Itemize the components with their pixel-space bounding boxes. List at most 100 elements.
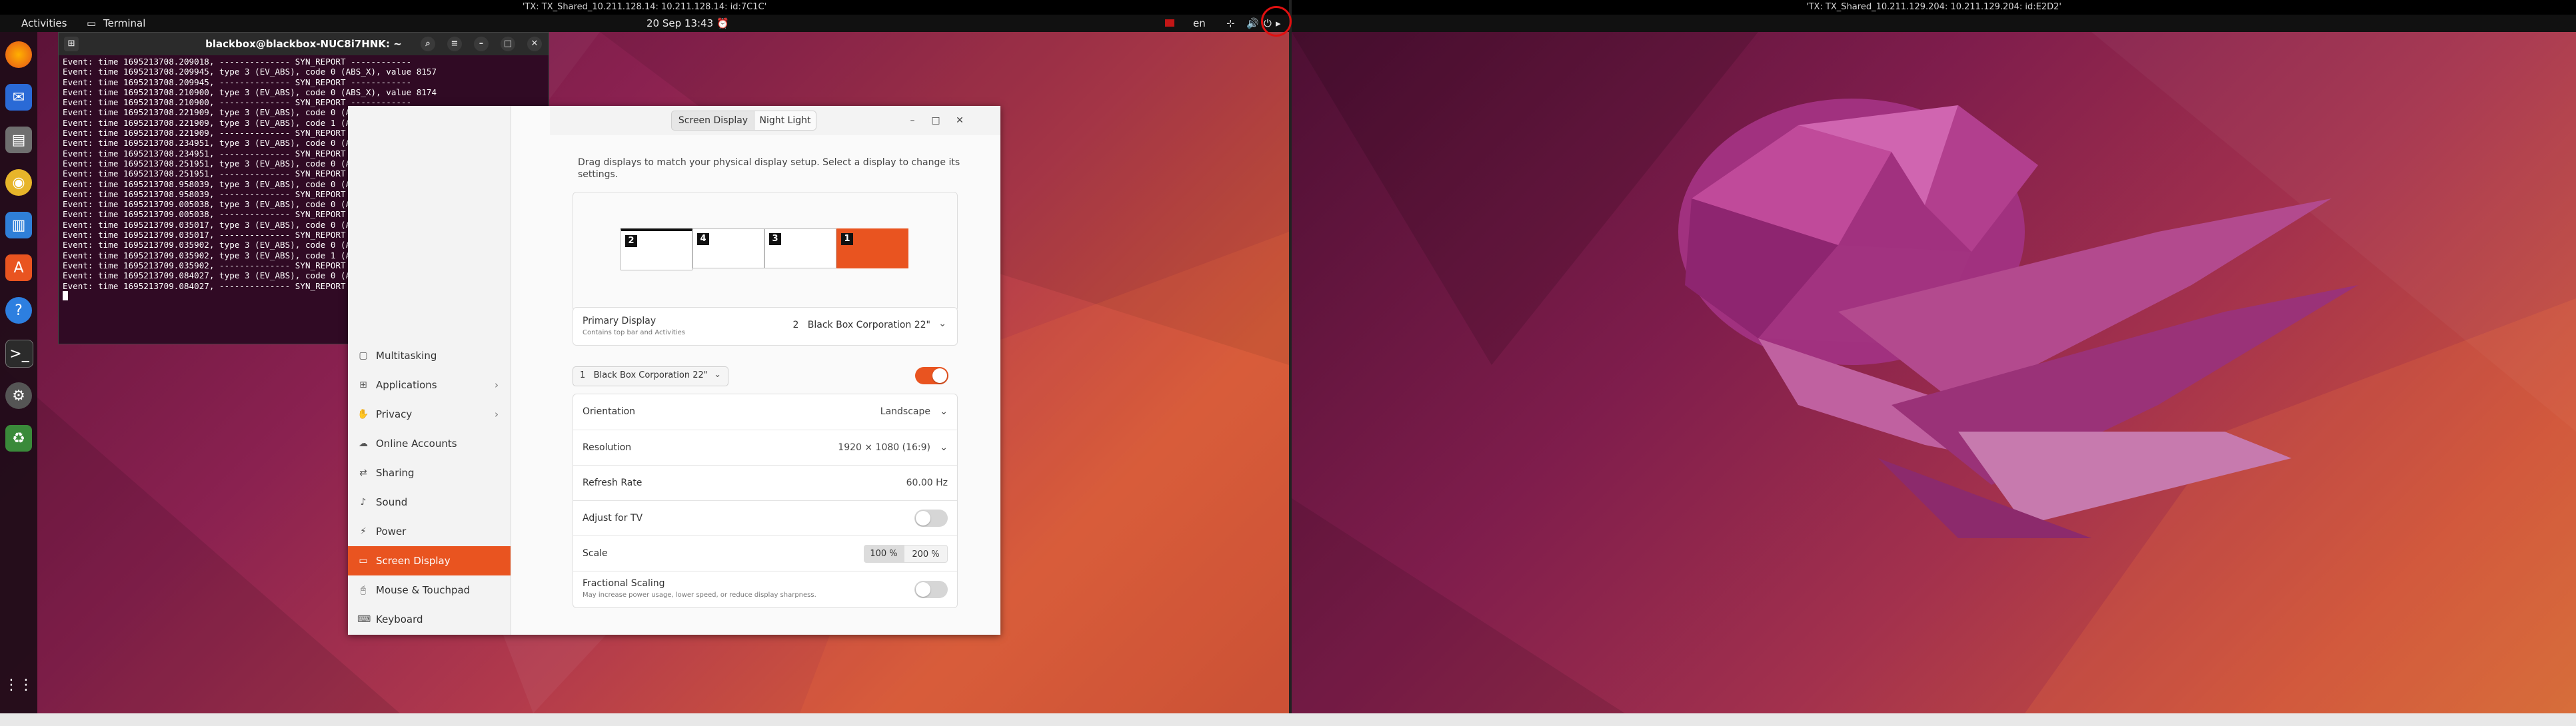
- new-tab-icon[interactable]: ⊞: [64, 37, 79, 51]
- settings-content: Drag displays to match your physical dis…: [550, 135, 1000, 635]
- display-arrangement: 2 4 3 1: [573, 192, 958, 312]
- app-center-icon[interactable]: A: [5, 254, 32, 281]
- volume-icon[interactable]: 🔊: [1246, 15, 1259, 32]
- minimize-icon[interactable]: –: [904, 113, 920, 129]
- scale-200-button[interactable]: 200 %: [904, 545, 948, 563]
- sidebar-item-label: Applications: [376, 379, 437, 391]
- maximize-icon[interactable]: □: [928, 113, 944, 129]
- sidebar-item-online-accounts[interactable]: ☁ Online Accounts: [348, 429, 511, 458]
- monitor-3-number: 3: [769, 233, 781, 245]
- right-screen-title: 'TX: TX_Shared_10.211.129.204: 10.211.12…: [1292, 0, 2576, 15]
- chevron-down-icon: ⌄: [940, 406, 948, 417]
- rhythmbox-icon[interactable]: ◉: [5, 169, 32, 196]
- display-settings-card: Orientation Landscape ⌄ Resolution 1920 …: [573, 394, 958, 608]
- left-screen-title: 'TX: TX_Shared_10.211.128.14: 10.211.128…: [0, 0, 1289, 15]
- sidebar-item-mouse-touchpad[interactable]: 🖰 Mouse & Touchpad: [348, 575, 511, 605]
- search-icon[interactable]: ⌕: [421, 37, 435, 51]
- mouse-icon: 🖰: [360, 585, 367, 595]
- sharing-icon: ⇄: [359, 468, 367, 478]
- terminal-line: Event: time 1695213708.209018, ---------…: [63, 57, 412, 67]
- keyboard-icon: ⌨: [357, 614, 371, 625]
- sidebar-item-power[interactable]: ⚡ Power: [348, 517, 511, 546]
- settings-window: ▢ Multitasking ⊞ Applications › ✋ Privacy › ☁ Onl…: [348, 106, 1000, 635]
- orientation-label: Orientation: [583, 406, 636, 417]
- monitor-2-number: 2: [625, 235, 637, 247]
- language-indicator[interactable]: en: [1193, 15, 1206, 32]
- thunderbird-icon[interactable]: ✉: [5, 84, 32, 111]
- tab-screen-display[interactable]: Screen Display: [671, 111, 755, 131]
- recording-indicator-icon[interactable]: [1165, 19, 1174, 27]
- files-icon[interactable]: ▤: [5, 127, 32, 153]
- primary-display-row[interactable]: Primary Display Contains top bar and Act…: [573, 307, 958, 346]
- right-desktop: [1292, 32, 2576, 713]
- sidebar-item-label: Sharing: [376, 467, 415, 479]
- adjust-tv-toggle[interactable]: [914, 510, 948, 527]
- sidebar-item-label: Screen Display: [376, 555, 451, 567]
- sidebar-item-sound[interactable]: ♪ Sound: [348, 488, 511, 517]
- terminal-line: Event: time 1695213708.209945, ---------…: [63, 77, 412, 87]
- monitor-3[interactable]: 3: [764, 228, 836, 268]
- firefox-icon[interactable]: [5, 41, 32, 68]
- writer-icon[interactable]: ▥: [5, 212, 32, 238]
- clock[interactable]: 20 Sep 13:43: [646, 15, 713, 32]
- refresh-rate-row[interactable]: Refresh Rate 60.00 Hz: [573, 465, 957, 501]
- chevron-down-icon: ⌄: [714, 370, 721, 380]
- app-menu-terminal[interactable]: Terminal: [103, 15, 145, 32]
- sidebar-item-sharing[interactable]: ⇄ Sharing: [348, 458, 511, 488]
- monitor-4-number: 4: [697, 233, 709, 245]
- primary-display-value: 2 Black Box Corporation 22": [792, 320, 930, 330]
- orientation-row[interactable]: Orientation Landscape ⌄: [573, 394, 957, 430]
- sidebar-item-multitasking[interactable]: ▢ Multitasking: [348, 341, 511, 370]
- terminal-icon[interactable]: >_: [5, 340, 33, 368]
- sidebar-item-privacy[interactable]: ✋ Privacy ›: [348, 400, 511, 429]
- chevron-right-icon: ›: [495, 379, 499, 391]
- settings-icon[interactable]: ⚙: [5, 382, 32, 409]
- sidebar-item-applications[interactable]: ⊞ Applications ›: [348, 370, 511, 400]
- adjust-tv-row: Adjust for TV: [573, 500, 957, 536]
- display-selector[interactable]: 1 Black Box Corporation 22" ⌄: [573, 366, 728, 386]
- refresh-rate-value: 60.00 Hz: [906, 478, 948, 488]
- applications-icon: ⊞: [359, 380, 367, 390]
- trash-icon[interactable]: ♻: [5, 425, 32, 452]
- terminal-cursor: [63, 290, 68, 300]
- monitor-4[interactable]: 4: [692, 228, 764, 268]
- network-icon[interactable]: ⊹: [1226, 15, 1235, 32]
- chevron-down-icon: ⌄: [938, 318, 946, 329]
- sidebar-item-screen-display[interactable]: ▭ Screen Display: [348, 546, 511, 575]
- notification-bell-icon: ⏰: [716, 17, 729, 29]
- activities-button[interactable]: Activities: [21, 15, 67, 32]
- settings-header: Screen Display Night Light – □ ✕: [550, 106, 1000, 136]
- resolution-value: 1920 × 1080 (16:9): [838, 442, 930, 453]
- sidebar-item-label: Online Accounts: [376, 438, 457, 450]
- power-icon: ⚡: [360, 526, 367, 537]
- resolution-row[interactable]: Resolution 1920 × 1080 (16:9) ⌄: [573, 430, 957, 466]
- minimize-icon[interactable]: –: [474, 37, 489, 51]
- chevron-right-icon: ›: [495, 408, 499, 420]
- terminal-line: Event: time 1695213708.210900, type 3 (E…: [63, 87, 437, 97]
- terminal-title: blackbox@blackbox-NUC8i7HNK: ~: [205, 38, 402, 50]
- close-icon[interactable]: ✕: [952, 113, 968, 129]
- sidebar-item-label: Power: [376, 526, 407, 538]
- sidebar-item-keyboard[interactable]: ⌨ Keyboard: [348, 605, 511, 634]
- display-enabled-toggle[interactable]: [915, 367, 948, 384]
- terminal-line: Event: time 1695213708.209945, type 3 (E…: [63, 67, 437, 77]
- close-icon[interactable]: ✕: [527, 37, 542, 51]
- fractional-scaling-toggle[interactable]: [914, 581, 948, 598]
- scale-row: Scale 100 % 200 %: [573, 536, 957, 571]
- monitor-1[interactable]: 1: [836, 228, 908, 268]
- sidebar-item-label: Mouse & Touchpad: [376, 584, 471, 596]
- multitasking-icon: ▢: [359, 350, 368, 361]
- resolution-label: Resolution: [583, 442, 632, 453]
- fractional-scaling-sub: May increase power usage, lower speed, o…: [583, 591, 816, 599]
- show-apps-icon[interactable]: ⋮⋮: [4, 671, 33, 698]
- terminal-titlebar: ⊞ blackbox@blackbox-NUC8i7HNK: ~ ⌕ ≡ – □…: [59, 33, 549, 55]
- tab-night-light[interactable]: Night Light: [754, 111, 816, 131]
- hamburger-menu-icon[interactable]: ≡: [447, 37, 462, 51]
- adjust-tv-label: Adjust for TV: [583, 513, 643, 524]
- maximize-icon[interactable]: □: [501, 37, 515, 51]
- top-panel-right: [1292, 15, 2576, 32]
- scale-100-button[interactable]: 100 %: [864, 545, 904, 563]
- help-icon[interactable]: ?: [5, 297, 32, 324]
- sidebar-item-label: Multitasking: [376, 350, 437, 362]
- monitor-2[interactable]: 2: [621, 228, 692, 270]
